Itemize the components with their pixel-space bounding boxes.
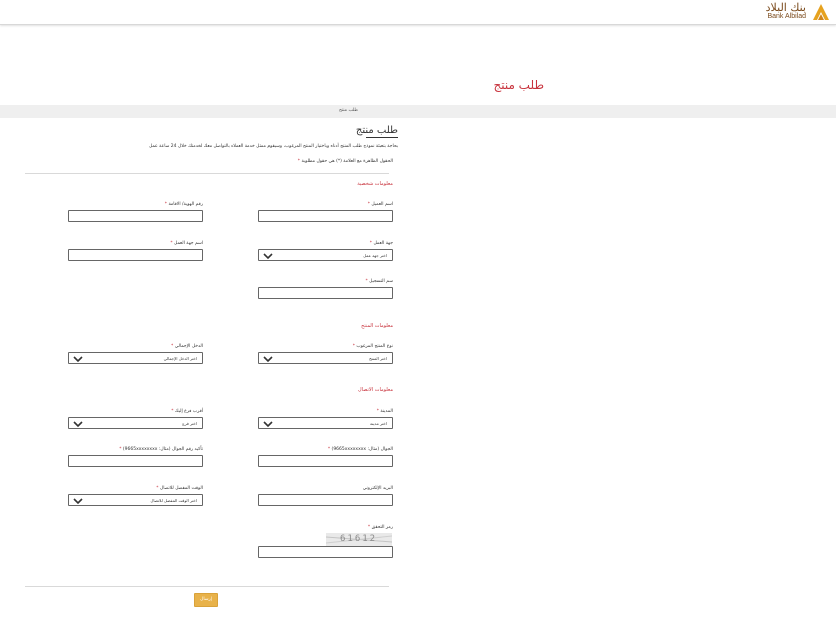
id-number-input[interactable]: [68, 210, 203, 222]
form-title: طلب منتج: [355, 125, 398, 136]
page-title: طلب منتج: [493, 78, 544, 92]
total-income-select[interactable]: اختر الدخل الإجمالي: [68, 352, 203, 364]
branch-label: أقرب فرع إليك *: [171, 409, 203, 414]
chevron-down-icon: [73, 421, 83, 428]
email-label: البريد الإلكتروني: [362, 486, 393, 491]
contact-time-label: الوقت المفضل للاتصال *: [156, 486, 203, 491]
divider-top: [25, 173, 389, 174]
city-label: المدينة *: [376, 409, 393, 414]
product-type-label: نوع المنتج المرغوب *: [352, 344, 393, 349]
product-type-selected: اختر المنتج: [369, 356, 387, 361]
mobile-confirm-input[interactable]: [68, 455, 203, 467]
bank-logo-mark-icon: [810, 1, 832, 23]
chevron-down-icon: [73, 356, 83, 363]
registration-name-label: سم التسجيل *: [365, 279, 393, 284]
captcha-input[interactable]: [258, 546, 393, 558]
top-header: [0, 0, 836, 25]
chevron-down-icon: [263, 356, 273, 363]
form-intro-text: بحاجة بتعبئة نموذج طلب المنتج أدناه وباخ…: [149, 144, 398, 149]
chevron-down-icon: [73, 498, 83, 505]
branch-select[interactable]: اختر فرع: [68, 417, 203, 429]
customer-name-input[interactable]: [258, 210, 393, 222]
city-selected: اختر مدينة: [370, 421, 387, 426]
contact-time-select[interactable]: اختر الوقت المفضل للاتصال: [68, 494, 203, 506]
employer-type-selected: اختر جهة عمل: [363, 253, 387, 258]
registration-name-input[interactable]: [258, 287, 393, 299]
logo-english-text: Bank Albilad: [767, 13, 806, 20]
chevron-down-icon: [263, 421, 273, 428]
email-input[interactable]: [258, 494, 393, 506]
customer-name-label: اسم العميل *: [367, 202, 393, 207]
captcha-text: 61612: [340, 534, 378, 544]
total-income-label: الدخل الإجمالي *: [171, 344, 203, 349]
total-income-selected: اختر الدخل الإجمالي: [163, 356, 197, 361]
divider-bottom: [25, 586, 389, 587]
city-select[interactable]: اختر مدينة: [258, 417, 393, 429]
contact-time-selected: اختر الوقت المفضل للاتصال: [150, 498, 197, 503]
employer-type-label: جهة العمل *: [369, 241, 393, 246]
breadcrumb[interactable]: طلب منتج: [339, 108, 358, 113]
section-contact-info: معلومات الاتصال: [358, 387, 393, 393]
section-personal-info: معلومات شخصية: [357, 181, 393, 187]
branch-selected: اختر فرع: [182, 421, 197, 426]
form-title-underline: [366, 137, 398, 138]
employer-type-select[interactable]: اختر جهة عمل: [258, 249, 393, 261]
employer-name-input[interactable]: [68, 249, 203, 261]
mobile-confirm-label: تأكيد رقم الجوال (مثال: 9665xxxxxxxx) *: [119, 447, 203, 452]
employer-name-label: اسم جهة العمل *: [170, 241, 203, 246]
chevron-down-icon: [263, 253, 273, 260]
captcha-image: 61612: [326, 533, 392, 546]
id-number-label: رقم الهوية/ الاقامة *: [164, 202, 203, 207]
captcha-label: رمز التحقق *: [367, 525, 393, 530]
section-product-info: معلومات المنتج: [361, 323, 393, 329]
mobile-input[interactable]: [258, 455, 393, 467]
required-fields-note: الحقول الظاهرة مع العلامة (*) هي حقول مط…: [297, 159, 393, 164]
breadcrumb-bar: [0, 105, 836, 118]
submit-button[interactable]: إرسال: [194, 593, 218, 607]
bank-logo[interactable]: بنك البلاد Bank Albilad: [766, 1, 832, 23]
mobile-label: الجوال (مثال: 9665xxxxxxxx) *: [327, 447, 393, 452]
product-type-select[interactable]: اختر المنتج: [258, 352, 393, 364]
